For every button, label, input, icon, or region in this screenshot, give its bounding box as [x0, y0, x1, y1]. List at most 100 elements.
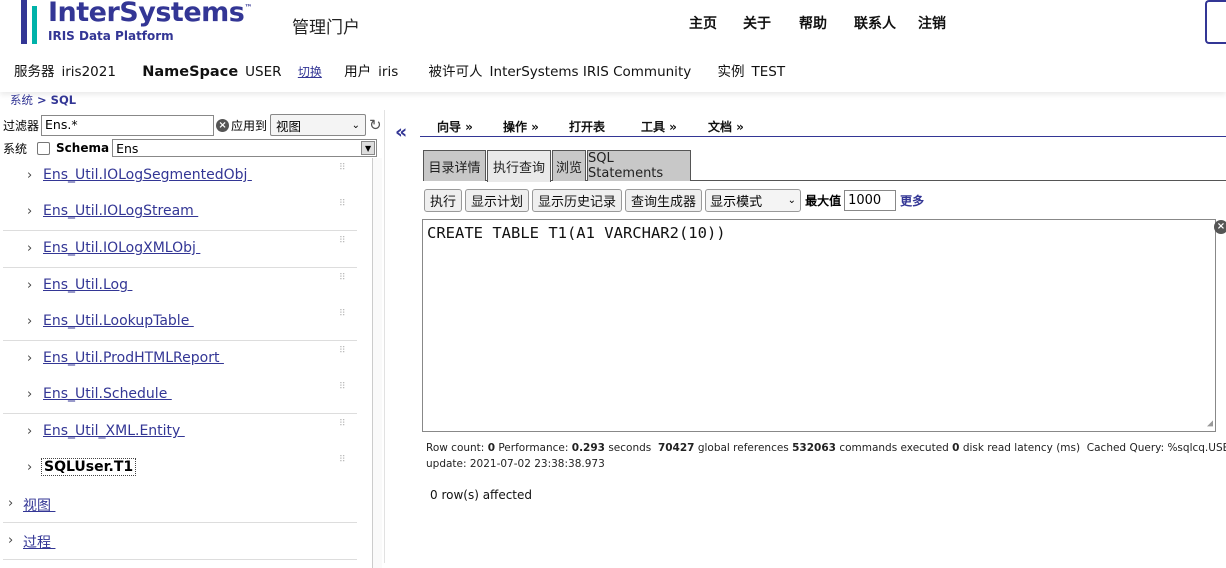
chevron-right-icon[interactable]: ›	[27, 241, 32, 256]
row-count-value: 0	[487, 442, 495, 454]
refresh-icon[interactable]: ↻	[369, 116, 382, 134]
panel-divider[interactable]	[384, 110, 385, 563]
tree-item-label[interactable]: Ens_Util.IOLogStream	[43, 203, 198, 219]
chevron-right-icon[interactable]: ›	[27, 460, 32, 475]
top-right-panel-edge	[1205, 0, 1226, 44]
top-nav: 主页 关于 帮助 联系人 注销	[689, 13, 972, 33]
chevron-down-icon: ⌄	[787, 194, 797, 206]
chevron-right-icon[interactable]: ›	[27, 424, 32, 439]
tree-item[interactable]: › Ens_Util.IOLogSegmentedObj ⠿	[3, 158, 357, 195]
resize-handle-icon[interactable]: ◢	[1207, 418, 1213, 429]
menu-tools[interactable]: 工具 »	[641, 118, 677, 135]
query-toolbar: 执行 显示计划 显示历史记录 查询生成器 显示模式 ⌄ 最大值 1000 更多	[424, 188, 924, 212]
drag-handle-icon[interactable]: ⠿	[339, 310, 349, 326]
system-label: 系统	[3, 141, 28, 156]
breadcrumb-current: SQL	[50, 93, 77, 107]
tree-item[interactable]: › Ens_Util.IOLogXMLObj ⠿	[3, 231, 357, 268]
show-history-button[interactable]: 显示历史记录	[532, 188, 623, 212]
drag-handle-icon[interactable]: ⠿	[339, 274, 349, 290]
instance-value: TEST	[751, 64, 786, 80]
tree-item-label[interactable]: Ens_Util.IOLogXMLObj	[43, 240, 200, 256]
apply-to-select[interactable]: 视图 ⌄	[270, 114, 367, 136]
menu-actions[interactable]: 操作 »	[503, 118, 539, 135]
max-rows-input[interactable]: 1000	[844, 189, 897, 211]
licensee-label: 被许可人	[428, 64, 483, 80]
chevron-right-icon[interactable]: ›	[27, 278, 32, 293]
tree-item-label[interactable]: Ens_Util.Schedule	[43, 386, 172, 402]
nav-home-link[interactable]: 主页	[689, 13, 717, 33]
tree-item[interactable]: › Ens_Util.ProdHTMLReport ⠿	[3, 341, 357, 378]
filter-label: 过滤器	[3, 118, 40, 133]
tree-folder-procedures[interactable]: › 过程	[3, 523, 357, 560]
display-mode-value: 显示模式	[710, 194, 763, 210]
switch-namespace-link[interactable]: 切换	[298, 65, 322, 79]
tree-item-label[interactable]: Ens_Util.LookupTable	[43, 313, 194, 329]
tree-item[interactable]: › Ens_Util.IOLogStream ⠿	[3, 194, 357, 231]
nav-logout-link[interactable]: 注销	[918, 13, 946, 33]
collapse-left-panel-icon[interactable]: «	[395, 121, 407, 143]
drag-handle-icon[interactable]: ⠿	[339, 420, 349, 436]
chevron-right-icon[interactable]: ›	[27, 351, 32, 366]
dropdown-arrow-icon[interactable]: ▼	[361, 141, 376, 155]
chevron-right-icon[interactable]: ›	[27, 204, 32, 219]
tree-folder-label[interactable]: 视图	[23, 495, 55, 515]
tree-folder-label[interactable]: 过程	[23, 532, 55, 552]
disk-latency-label: disk read latency (ms)	[962, 442, 1081, 454]
drag-handle-icon[interactable]: ⠿	[339, 200, 349, 216]
tab-sql-statements[interactable]: SQL Statements	[587, 150, 691, 181]
chevron-right-icon[interactable]: ›	[8, 533, 13, 548]
tab-execute-query[interactable]: 执行查询	[487, 150, 551, 182]
tree-item-label-selected[interactable]: SQLUser.T1	[41, 458, 137, 476]
tab-browse[interactable]: 浏览	[552, 150, 586, 181]
query-statistics: Row count: 0 Performance: 0.293 seconds …	[426, 440, 1226, 472]
drag-handle-icon[interactable]: ⠿	[339, 383, 349, 399]
apply-to-value: 视图	[276, 118, 302, 134]
execute-button[interactable]: 执行	[424, 188, 463, 212]
breadcrumb-system-link[interactable]: 系统	[10, 93, 33, 107]
drag-handle-icon[interactable]: ⠿	[339, 164, 349, 180]
chevron-right-icon[interactable]: ›	[27, 168, 32, 183]
info-bar: 服务器 iris2021 NameSpace USER 切换 用户 iris 被许可人…	[14, 60, 807, 80]
menu-open-table[interactable]: 打开表	[569, 118, 605, 135]
breadcrumb: 系统 > SQL	[10, 92, 76, 108]
tree-item[interactable]: › Ens_Util.LookupTable ⠿	[3, 304, 357, 341]
schema-tree: › Ens_Util.IOLogSegmentedObj ⠿ › Ens_Uti…	[0, 158, 373, 568]
more-options-link[interactable]: 更多	[900, 192, 924, 209]
drag-handle-icon[interactable]: ⠿	[339, 456, 349, 472]
drag-handle-icon[interactable]: ⠿	[339, 347, 349, 363]
tree-item-label[interactable]: Ens_Util.IOLogSegmentedObj	[43, 167, 252, 183]
max-rows-label: 最大值	[805, 193, 842, 208]
tree-item-label[interactable]: Ens_Util.Log	[43, 277, 132, 293]
tree-item[interactable]: › Ens_Util_XML.Entity ⠿	[3, 414, 357, 451]
tree-item-label[interactable]: Ens_Util.ProdHTMLReport	[43, 350, 224, 366]
menu-wizards[interactable]: 向导 »	[437, 118, 473, 135]
menu-docs[interactable]: 文档 »	[708, 118, 744, 135]
schema-combobox[interactable]: Ens ▼	[112, 139, 378, 157]
query-builder-button[interactable]: 查询生成器	[625, 188, 703, 212]
show-plan-button[interactable]: 显示计划	[465, 188, 530, 212]
tree-scrollbar[interactable]	[373, 158, 382, 568]
server-value: iris2021	[61, 64, 116, 80]
apply-to-label: 应用到	[231, 118, 268, 133]
tree-folder-views[interactable]: › 视图	[3, 486, 357, 523]
tree-item[interactable]: › Ens_Util.Schedule ⠿	[3, 377, 357, 414]
tab-catalog-details[interactable]: 目录详情	[423, 150, 486, 181]
sql-query-textarea[interactable]: CREATE TABLE T1(A1 VARCHAR2(10)) ◢	[422, 219, 1216, 432]
tree-item-label[interactable]: Ens_Util_XML.Entity	[43, 423, 185, 439]
nav-contact-link[interactable]: 联系人	[854, 13, 896, 33]
tree-item-selected[interactable]: › SQLUser.T1 ⠿	[3, 450, 357, 487]
chevron-right-icon[interactable]: ›	[27, 314, 32, 329]
commands-value: 532063	[792, 442, 836, 454]
nav-about-link[interactable]: 关于	[743, 13, 771, 33]
clear-filter-icon[interactable]: ×	[216, 118, 230, 132]
nav-help-link[interactable]: 帮助	[799, 13, 827, 33]
display-mode-select[interactable]: 显示模式 ⌄	[705, 188, 802, 212]
clear-query-icon[interactable]: ×	[1214, 220, 1226, 234]
chevron-right-icon[interactable]: ›	[8, 496, 13, 511]
chevron-right-icon[interactable]: ›	[27, 387, 32, 402]
system-checkbox[interactable]	[37, 141, 51, 155]
filter-input[interactable]: Ens.*	[41, 114, 215, 136]
drag-handle-icon[interactable]: ⠿	[339, 237, 349, 253]
disk-latency-value: 0	[952, 442, 960, 454]
tree-item[interactable]: › Ens_Util.Log ⠿	[3, 268, 357, 305]
